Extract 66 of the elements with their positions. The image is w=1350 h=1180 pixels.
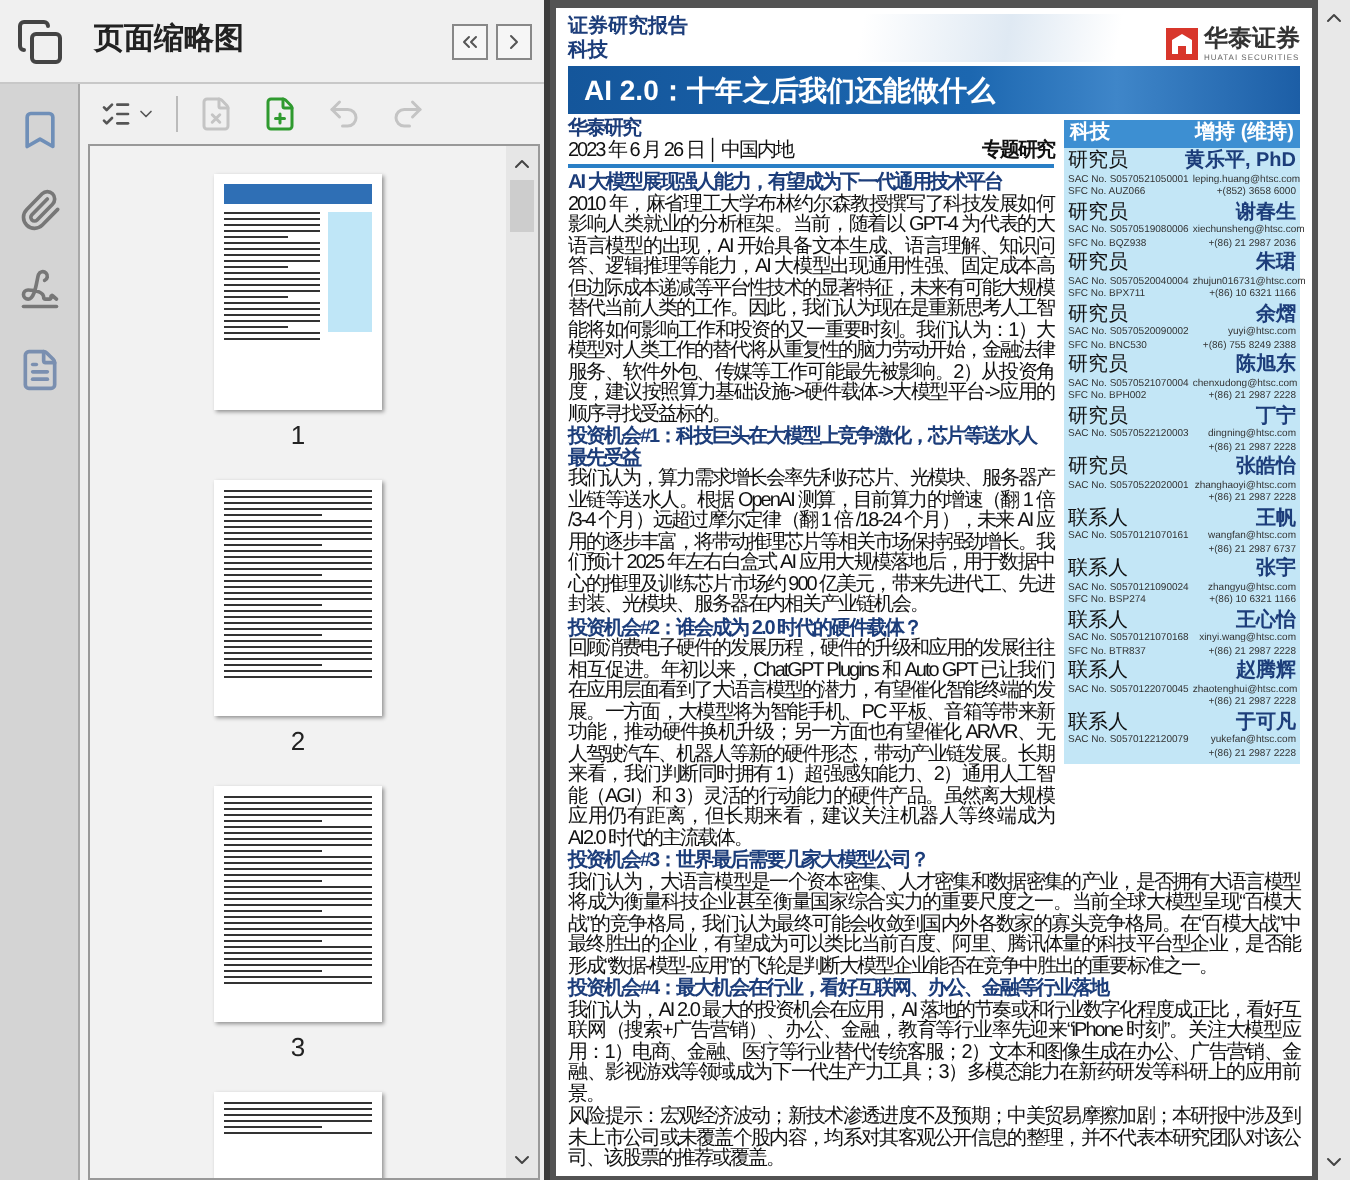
- contact-role: 研究员: [1068, 305, 1128, 326]
- panel-title: 页面缩略图: [94, 20, 246, 61]
- contact-name: 丁宁: [1256, 407, 1296, 428]
- signature-icon[interactable]: [17, 268, 61, 312]
- rating: 增持 (维持): [1195, 123, 1294, 145]
- paperclip-icon[interactable]: [17, 188, 61, 232]
- section-body: 2010 年，麻省理工大学布林约尔森教授撰写了科技发展如何影响人类就业的分析框架。当前，随着以 GPT-4 为代表的大语言模型的出现，AI 开始具备文本生成、语言理解、知识问答、逻辑推理等能力，AI 大模型出现通用性强、固定成本高但边际成本递减等平台性技术的显著特征，未来有可能大规模替代当前人类的工作。因此，我们认为现在是重新思考人工智能将如何影响工作和投资的又一重要时刻。我们认为：1）大模型对人类工作的替代将从重复性的脑力劳动开始，金融法律服务、软件外包、传媒等工作可能最先被影响。2）从投资角度，建议按照算力基础设施->硬件载体->大模型平台->应用的顺序寻找受益标的。: [568, 195, 1054, 425]
- contact-role: 联系人: [1068, 713, 1128, 734]
- section-body: 我们认为，AI 2.0 最大的投资机会在应用，AI 落地的节奏或和行业数字化程度成正比，看好互联网（搜索+广告营销）、办公、金融，教育等行业率先迎来“iPhone 时刻”。关注大模型应用：1）电商、金融、医疗等行业替代传统客服；2）文本和图像生成在办公、广告营销、金融、影视游戏等领域成为下一代生产力工具；3）多模态能力在新药研发等科研上的应用前景。: [568, 1001, 1300, 1105]
- redo-icon: [390, 96, 426, 132]
- contact-name: 余熠: [1256, 305, 1296, 326]
- section-body: 我们认为，算力需求增长会率先利好芯片、光模块、服务器产业链等送水人。根据 OpenAI 测算，目前算力的增速（翻 1 倍 /3-4 个月）远超过摩尔定律（翻 1 倍 /18-24 个月），未来 AI 应用的逐步丰富，将带动推理芯片等相关市场保持强劲增长。我们预计 2025 年左右白盒式 AI 应用大规模落地后，用于数据中心的推理及训练芯片市场约 900 亿美元，带来先进代工、先进封装、光模块、服务器在内相关产业链机会。: [568, 470, 1054, 617]
- pages-icon: [16, 17, 64, 65]
- title-banner: AI 2.0：十年之后我们还能做什么: [568, 66, 1300, 114]
- section-heading: AI 大模型展现强人能力，有望成为下一代通用技术平台: [568, 174, 1005, 194]
- section-body: 回顾消费电子硬件的发展历程，硬件的升级和应用的发展往往相互促进。年初以来，ChatGPT Plugins 和 Auto GPT 已让我们在应用层面看到了大语言模型的潜力，有望催化智能终端的发展。一方面，大模型将为智能手机、PC 平板、音箱等带来新功能，推动硬件换机升级；另一方面也有望催化 AR/VR、无人驾驶汽车、机器人等新的硬件形态，带动产业链发展。长期来看，我们判断同时拥有 1）超强感知能力、2）通用人工智能（AGI）和 3）灵活的行动能力的硬件产品。虽然离大规模应用仍有距离，但长期来看，建议关注机器人等终端成为 AI2.0 时代的主流载体。: [568, 640, 1054, 849]
- contact-name: 朱珺: [1256, 254, 1296, 275]
- contact-role: 联系人: [1068, 509, 1128, 530]
- page-thumbnail[interactable]: [214, 480, 382, 716]
- risk-note: 风险提示：宏观经济波动；新技术渗透进度不及预期；中美贸易摩擦加剧；本研报中涉及到未上市公司或未覆盖个股内容，均系对其客观公开信息的整理，并不代表本研究团队对该公司、该股票的推荐或覆盖。: [568, 1108, 1300, 1171]
- section-heading: 投资机会#2：谁会成为 2.0 时代的硬件载体？: [568, 619, 922, 639]
- page-number: 2: [290, 728, 306, 754]
- contact-name: 张宇: [1256, 560, 1296, 581]
- page-thumbnail[interactable]: [214, 786, 382, 1022]
- list-icon: [100, 98, 132, 130]
- contact-role: 研究员: [1068, 254, 1128, 275]
- page-thumbnail[interactable]: [214, 174, 382, 410]
- scrollbar[interactable]: [1318, 0, 1350, 1180]
- contact-role: 研究员: [1068, 203, 1128, 224]
- contact-role: 研究员: [1068, 458, 1128, 479]
- file-x-icon: [198, 96, 234, 132]
- collapse-panel-button[interactable]: [452, 23, 488, 59]
- report-label: 证券研究报告: [568, 16, 688, 38]
- expand-button[interactable]: [496, 23, 532, 59]
- contact-role: 研究员: [1068, 356, 1128, 377]
- date-line: 2023 年 6 月 26 日 │ 中国内地: [568, 141, 794, 162]
- scroll-thumb[interactable]: [510, 180, 534, 232]
- page-number: 1: [290, 422, 306, 448]
- contact-role: 联系人: [1068, 662, 1128, 683]
- contact-role: 联系人: [1068, 611, 1128, 632]
- section-body: 我们认为，大语言模型是一个资本密集、人才密集和数据密集的产业，是否拥有大语言模型将成为衡量科技企业甚至衡量国家综合实力的重要尺度之一。当前全球大模型呈现“百模大战”的竞争格局，我们认为最终可能会收敛到国内外各数家的寡头竞争格局。在“百模大战”中最终胜出的企业，有望成为可以类比当前百度、阿里、腾讯体量的科技平台型企业，是否能形成“数据-模型-应用”的飞轮是判断大模型企业能否在竞争中胜出的重要标准之一。: [568, 873, 1300, 977]
- contact-name: 王帆: [1256, 509, 1296, 530]
- contact-role: 研究员: [1068, 407, 1128, 428]
- section-heading: 投资机会#4：最大机会在行业，看好互联网、办公、金融等行业落地: [568, 980, 1110, 1000]
- contact-name: 谢春生: [1236, 203, 1296, 224]
- contact-role: 研究员: [1068, 152, 1128, 173]
- rating-sector: 科技: [1070, 123, 1110, 145]
- scrollbar[interactable]: [506, 146, 538, 1178]
- contact-role: 联系人: [1068, 560, 1128, 581]
- contact-name: 赵腾辉: [1236, 662, 1296, 683]
- page-thumbnail[interactable]: [214, 1092, 382, 1178]
- contact-name: 黄乐平, PhD: [1184, 152, 1296, 173]
- logo-name: 华泰证券: [1204, 26, 1300, 52]
- section-heading: 投资机会#1：科技巨头在大模型上竞争激化，芯片等送水人最先受益: [568, 428, 1038, 469]
- contact-name: 王心怡: [1236, 611, 1296, 632]
- contact-name: 陈旭东: [1236, 356, 1296, 377]
- contact-name: 于可凡: [1236, 713, 1296, 734]
- page-number: 3: [290, 1034, 306, 1060]
- contact-name: 张皓怡: [1236, 458, 1296, 479]
- report-type: 专题研究: [982, 141, 1054, 162]
- sector-label: 科技: [568, 40, 610, 62]
- logo-icon: [1166, 28, 1198, 60]
- source-label: 华泰研究: [568, 120, 643, 140]
- section-heading: 投资机会#3：世界最后需要几家大模型公司？: [568, 852, 929, 872]
- undo-icon: [326, 96, 362, 132]
- file-plus-icon: [262, 96, 298, 132]
